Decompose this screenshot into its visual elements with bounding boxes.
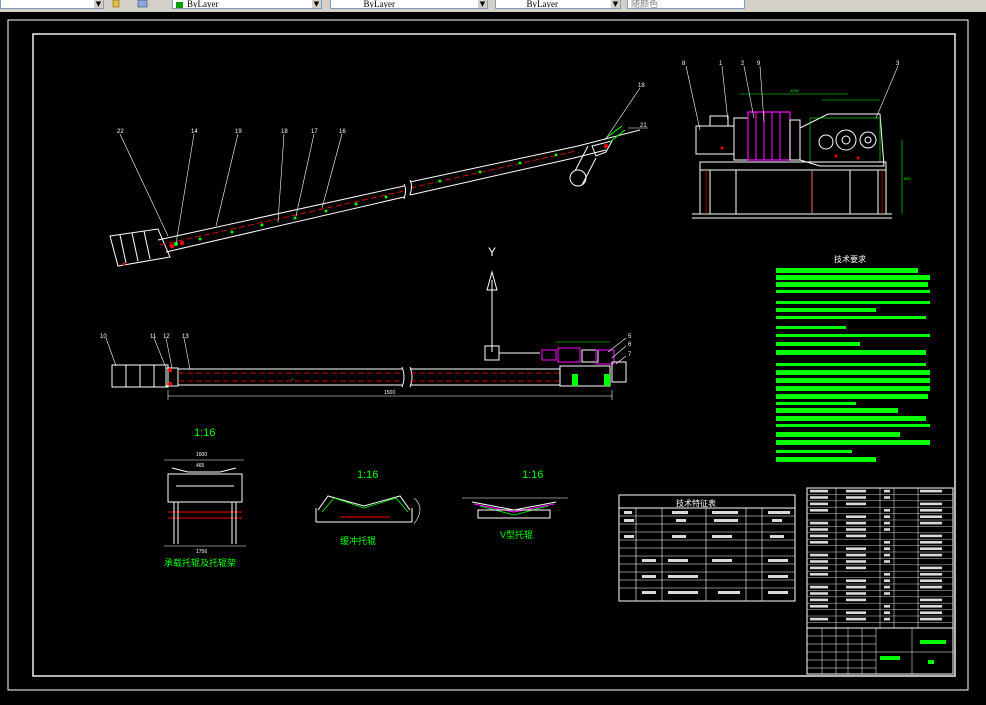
label-7: 7 bbox=[628, 352, 632, 358]
lineweight-control[interactable]: ByLayer ▼ bbox=[495, 0, 621, 9]
svg-text:←: ← bbox=[290, 376, 296, 382]
detail-v-idler: 1:16 V型托辊 bbox=[462, 469, 568, 540]
linetype-control[interactable]: ByLayer ▼ bbox=[330, 0, 488, 9]
dim-drive-width: 1290 bbox=[790, 88, 800, 93]
label-6: 6 bbox=[628, 342, 632, 348]
dim-465: 465 bbox=[196, 463, 205, 469]
label-17: 17 bbox=[311, 129, 318, 135]
drive-unit-view: 1290 850 8 1 2 9 3 bbox=[682, 61, 911, 219]
dim-1600: 1600 bbox=[196, 452, 207, 458]
caption-v-idler: V型托辊 bbox=[500, 529, 533, 540]
ucs-icon: Y bbox=[484, 245, 540, 361]
params-title: 技术特征表 bbox=[676, 498, 716, 508]
label-3: 3 bbox=[896, 61, 900, 67]
label-22: 22 bbox=[117, 129, 124, 135]
color-control[interactable]: ByLayer ▼ bbox=[172, 0, 322, 9]
parts-list bbox=[806, 487, 954, 629]
label-19: 19 bbox=[235, 129, 242, 135]
label-1: 1 bbox=[719, 61, 723, 67]
detail-carrying-idler: 1:16 1600 465 1756 承载托辊及托辊架 bbox=[164, 427, 246, 568]
lineweight-value: ByLayer bbox=[526, 0, 559, 9]
technical-requirements: 技术要求 bbox=[776, 254, 930, 462]
layer-properties-icon[interactable] bbox=[137, 0, 149, 9]
color-value: ByLayer bbox=[187, 0, 219, 9]
dim-length: 1500 bbox=[384, 390, 395, 396]
drawing-canvas[interactable]: 22 14 19 18 17 16 18 21 Y ← 1500 10 11 1… bbox=[0, 12, 986, 700]
title-block bbox=[806, 627, 954, 675]
caption-carrying-idler: 承载托辊及托辊架 bbox=[164, 557, 236, 568]
chevron-down-icon[interactable]: ▼ bbox=[94, 0, 103, 8]
plotstyle-control[interactable]: 随颜色 bbox=[627, 0, 745, 9]
linetype-value: ByLayer bbox=[363, 0, 396, 9]
toolbar-dropdown-left[interactable]: ▼ bbox=[0, 0, 104, 9]
tech-title: 技术要求 bbox=[834, 254, 866, 264]
color-swatch bbox=[176, 1, 183, 8]
label-21: 21 bbox=[640, 123, 647, 129]
label-9: 9 bbox=[757, 61, 761, 67]
chevron-down-icon[interactable]: ▼ bbox=[312, 0, 321, 8]
label-5: 5 bbox=[628, 334, 632, 340]
ucs-y-label: Y bbox=[488, 245, 496, 259]
dim-1756: 1756 bbox=[196, 549, 207, 555]
plotstyle-value: 随颜色 bbox=[631, 0, 659, 9]
label-14: 14 bbox=[191, 129, 198, 135]
label-13: 13 bbox=[182, 334, 189, 340]
label-18-head: 18 bbox=[638, 83, 645, 89]
dim-drive-height: 850 bbox=[904, 176, 911, 181]
label-12: 12 bbox=[163, 334, 170, 340]
label-16: 16 bbox=[339, 129, 346, 135]
caption-impact-idler: 缓冲托辊 bbox=[340, 535, 376, 546]
chevron-down-icon[interactable]: ▼ bbox=[611, 0, 620, 8]
scale-label-1: 1:16 bbox=[194, 427, 215, 439]
chevron-down-icon[interactable]: ▼ bbox=[478, 0, 487, 8]
cad-drawing: 22 14 19 18 17 16 18 21 Y ← 1500 10 11 1… bbox=[7, 19, 969, 691]
plan-view: ← 1500 10 11 12 13 5 6 7 bbox=[100, 334, 632, 400]
parameters-table: 技术特征表 bbox=[618, 494, 796, 602]
label-2: 2 bbox=[741, 61, 745, 67]
scale-label-3: 1:16 bbox=[522, 469, 543, 481]
detail-impact-idler: 1:16 缓冲托辊 bbox=[315, 469, 421, 546]
layer-state-icon[interactable] bbox=[112, 0, 124, 9]
label-8: 8 bbox=[682, 61, 686, 67]
scale-label-2: 1:16 bbox=[357, 469, 378, 481]
side-view: 22 14 19 18 17 16 18 21 bbox=[109, 83, 648, 267]
label-10: 10 bbox=[100, 334, 107, 340]
label-11: 11 bbox=[150, 334, 157, 340]
label-18: 18 bbox=[281, 129, 288, 135]
